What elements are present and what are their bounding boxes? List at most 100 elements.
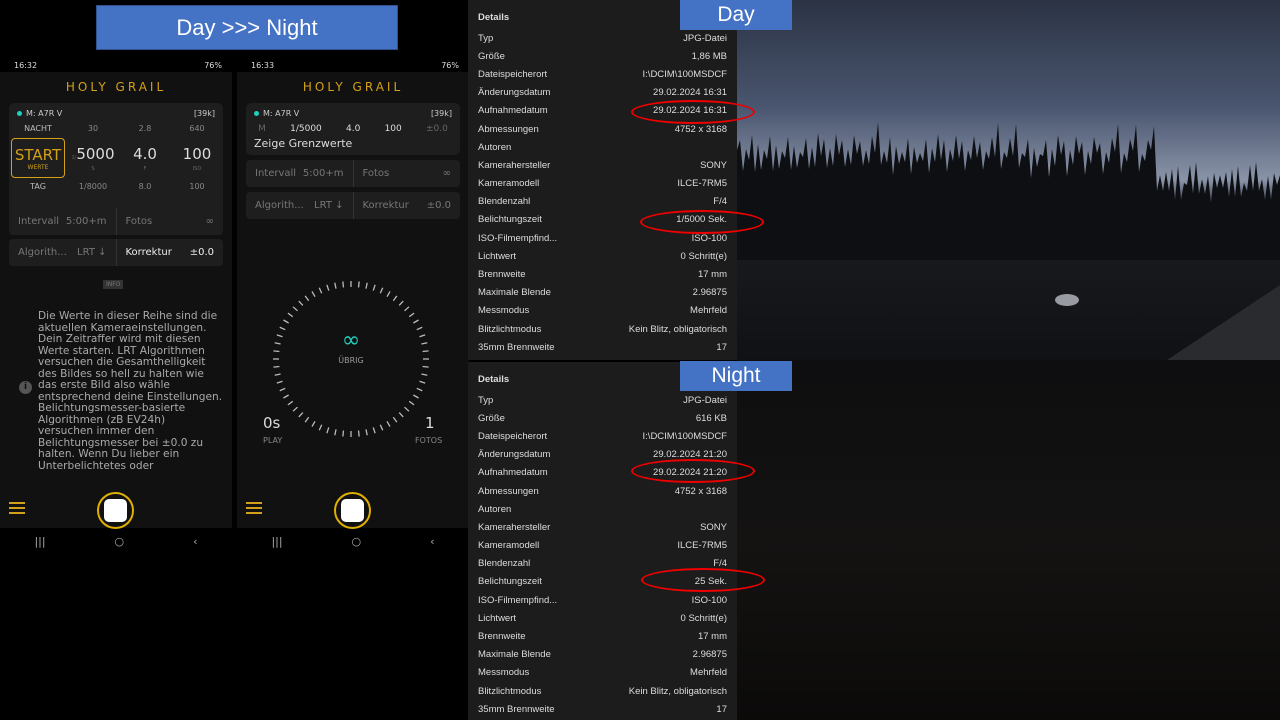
clock: 16:32 [14, 60, 38, 70]
detail-row: Größe 1,86 MB [478, 47, 727, 65]
interval-setting[interactable]: Intervall 5:00+m [246, 160, 353, 187]
detail-row: 35mm Brennweite 17 [478, 338, 727, 356]
detail-key: Autoren [478, 141, 512, 153]
home-icon[interactable]: ○ [115, 535, 125, 548]
ring-tick [408, 400, 415, 406]
ring-tick [392, 416, 398, 423]
ring-tick [404, 306, 410, 312]
ring-tick [276, 334, 283, 338]
detail-key: Maximale Blende [478, 649, 551, 661]
detail-row: Dateispeicherort I:\DCIM\100MSDCF [478, 427, 727, 445]
day-aperture: 8.0 [138, 182, 152, 191]
detail-value: Mehrfeld [690, 667, 727, 679]
ring-tick [419, 380, 426, 384]
detail-key: Aufnahmedatum [478, 467, 548, 479]
mode: M [258, 124, 266, 134]
ring-tick [421, 342, 428, 345]
back-icon[interactable]: ‹ [193, 535, 197, 548]
aperture: 4.0 [346, 124, 361, 134]
photos-count: 1 [425, 414, 435, 432]
recents-icon[interactable]: ||| [271, 535, 282, 548]
details-panel-day: Details Typ JPG-Datei Größe 1,86 MB Dateispe… [468, 0, 737, 360]
detail-row: Abmessungen 4752 x 3168 [478, 482, 727, 500]
record-button[interactable] [97, 492, 134, 529]
correction-setting[interactable]: Korrektur ±0.0 [352, 192, 461, 219]
app-area: HOLY GRAIL M: A7R V [39k] NACHT 30 2.8 64… [0, 72, 232, 529]
ring-tick [283, 394, 289, 399]
battery-level: 76% [441, 60, 459, 70]
photos-setting[interactable]: Fotos ∞ [115, 208, 224, 235]
iso: 100 [384, 124, 402, 134]
detail-value: 29.02.2024 16:31 [653, 87, 727, 99]
current-iso[interactable]: 100 ISO [171, 145, 223, 172]
day-shutter: 1/8000 [78, 182, 108, 191]
shutter: 1/5000 [290, 124, 322, 134]
camera-card: M: A7R V [39k] NACHT 30 2.8 640 START WERT… [9, 103, 223, 215]
ring-tick [398, 412, 404, 418]
detail-value: SONY [700, 521, 727, 533]
day-label: Day [680, 0, 792, 30]
detail-value: ISO-100 [691, 594, 727, 606]
ring-tick [334, 429, 337, 436]
app-title: HOLY GRAIL [65, 80, 167, 94]
detail-value: JPG-Datei [683, 32, 727, 44]
detail-value: 0 Schritt(e) [680, 612, 727, 624]
home-icon[interactable]: ○ [352, 535, 362, 548]
ring-tick [416, 387, 423, 392]
detail-value: I:\DCIM\100MSDCF [642, 430, 727, 442]
detail-key: Blendenzahl [478, 558, 531, 570]
detail-key: 35mm Brennweite [478, 703, 555, 715]
detail-row: Größe 616 KB [478, 409, 727, 427]
ring-tick [392, 295, 398, 302]
phone-running-screen: 16:33 76% HOLY GRAIL M: A7R V [39k] M 1/50… [237, 58, 469, 555]
interval-setting[interactable]: Intervall 5:00+m [9, 208, 116, 235]
ring-tick [413, 319, 419, 324]
detail-key: Kameramodell [478, 540, 540, 552]
night-aperture: 2.8 [138, 124, 152, 133]
detail-row: Messmodus Mehrfeld [478, 302, 727, 320]
recents-icon[interactable]: ||| [34, 535, 45, 548]
detail-key: Änderungsdatum [478, 449, 551, 461]
start-values-button[interactable]: START WERTE [11, 138, 65, 178]
ring-tick [292, 306, 298, 312]
ring-tick [398, 300, 404, 306]
status-bar: 16:32 76% [0, 58, 232, 72]
detail-value: 17 [716, 703, 727, 715]
detail-key: Kameramodell [478, 178, 540, 190]
menu-icon[interactable] [9, 502, 25, 514]
detail-row: ISO-Filmempfind... ISO-100 [478, 591, 727, 609]
detail-key: Maximale Blende [478, 287, 551, 299]
detail-row: Brennweite 17 mm [478, 265, 727, 283]
detail-value: I:\DCIM\100MSDCF [642, 68, 727, 80]
ring-tick [311, 421, 316, 427]
ring-tick [334, 282, 337, 289]
play-label[interactable]: PLAY [263, 436, 282, 445]
detail-key: Autoren [478, 503, 512, 515]
correction-setting[interactable]: Korrektur ±0.0 [115, 239, 224, 266]
ring-tick [273, 365, 280, 368]
detail-key: ISO-Filmempfind... [478, 232, 558, 244]
back-icon[interactable]: ‹ [430, 535, 434, 548]
menu-icon[interactable] [246, 502, 262, 514]
algorithm-setting[interactable]: Algorith... LRT ↓ [246, 192, 353, 219]
detail-row: Messmodus Mehrfeld [478, 664, 727, 682]
current-shutter[interactable]: 1/5000 S [67, 145, 119, 172]
stop-button[interactable] [334, 492, 371, 529]
detail-value: 4752 x 3168 [674, 123, 727, 135]
camera-name: M: A7R V [26, 109, 63, 118]
info-icon: i [19, 381, 32, 394]
connected-dot-icon [254, 111, 259, 116]
highlight-oval [640, 210, 764, 234]
detail-value: Kein Blitz, obligatorisch [628, 685, 727, 697]
ring-tick [342, 430, 345, 437]
algorithm-setting[interactable]: Algorith... LRT ↓ [9, 239, 116, 266]
show-limits-link[interactable]: Zeige Grenzwerte [246, 134, 460, 153]
detail-key: Lichtwert [478, 250, 517, 262]
status-bar: 16:33 76% [237, 58, 469, 72]
phone-day-screen: 16:32 76% HOLY GRAIL M: A7R V [39k] NACHT … [0, 58, 232, 555]
photos-setting[interactable]: Fotos ∞ [352, 160, 461, 187]
ring-tick [357, 430, 360, 437]
detail-row: Lichtwert 0 Schritt(e) [478, 609, 727, 627]
ring-tick [386, 291, 391, 297]
current-aperture[interactable]: 4.0 F [119, 145, 171, 172]
